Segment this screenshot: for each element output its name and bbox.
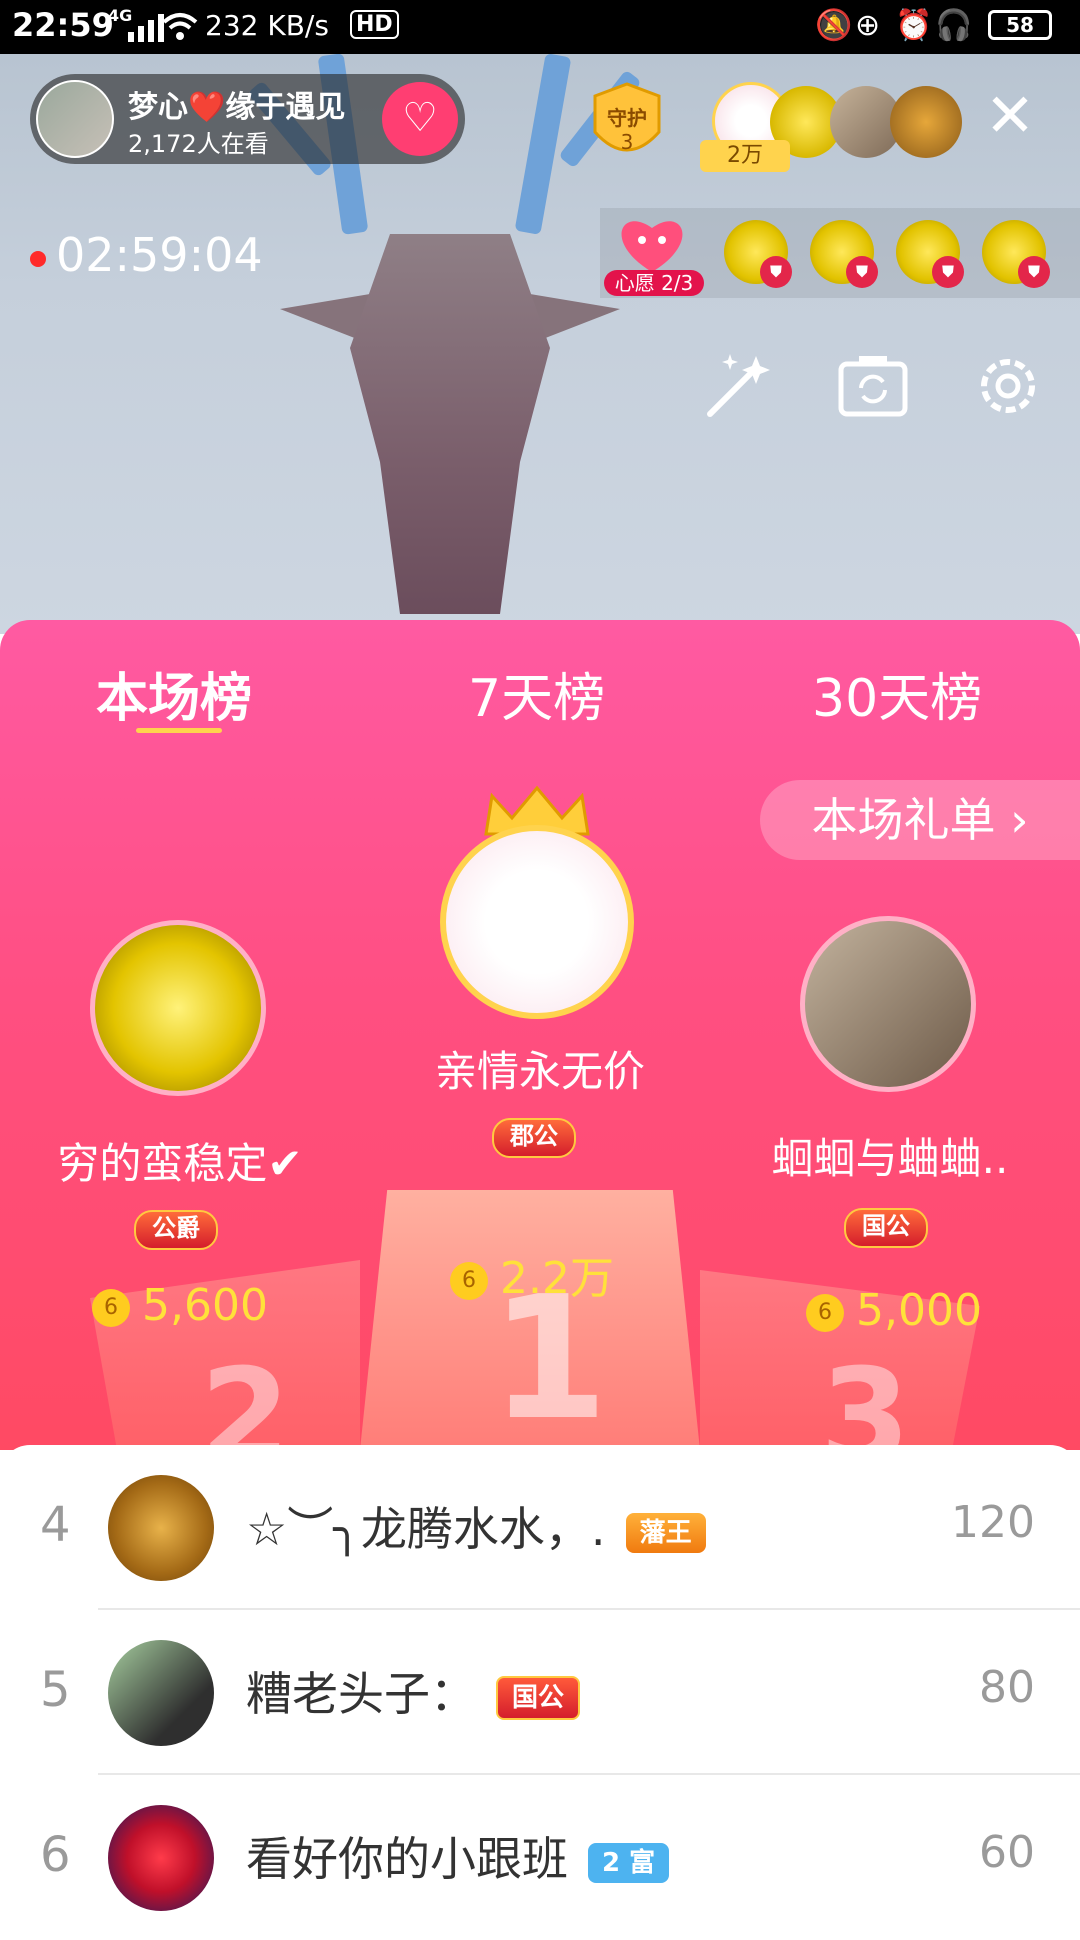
- list-name: ☆︶╮龙腾水水，. 藩王: [246, 1493, 706, 1559]
- tab-30-days[interactable]: 30天榜: [812, 656, 982, 731]
- deer-head-decoration: [350, 234, 550, 614]
- sofa-icon: ⛊: [932, 256, 964, 288]
- host-info-pill[interactable]: 梦心❤️缘于遇见 2,172人在看 ♡: [30, 74, 465, 164]
- list-score: 60: [979, 1827, 1035, 1878]
- third-place-title-badge: 国公: [844, 1208, 928, 1248]
- title-badge: 藩王: [625, 1512, 706, 1553]
- list-score: 80: [979, 1662, 1035, 1713]
- live-timer: 02:59:04: [30, 228, 263, 282]
- rank-list: 4 ☆︶╮龙腾水水，. 藩王 120 5 糟老头子： 国公 80 6 看好你的小跟班…: [0, 1445, 1080, 1920]
- antler-right: [514, 54, 572, 235]
- seat-4[interactable]: ⛊: [982, 220, 1050, 288]
- headphone-icon: 🎧: [935, 8, 973, 43]
- list-item[interactable]: 5 糟老头子： 国公 80: [0, 1610, 1080, 1775]
- wish-and-seats-strip: 心愿 2/3 ⛊ ⛊ ⛊ ⛊: [600, 208, 1080, 298]
- second-place-title-badge: 公爵: [134, 1210, 218, 1250]
- podium-number-2: 2: [200, 1340, 291, 1450]
- battery-icon: 58: [988, 10, 1052, 40]
- sofa-icon: ⛊: [846, 256, 878, 288]
- mute-icon: 🔕: [815, 8, 853, 43]
- title-badge: 国公: [496, 1675, 581, 1720]
- wish-progress-label: 心愿 2/3: [604, 270, 704, 296]
- wifi-icon: [162, 13, 198, 40]
- network-speed: 232 KB/s: [205, 9, 329, 42]
- switch-camera-icon[interactable]: [835, 348, 911, 424]
- second-place-score: 6 5,600: [92, 1280, 268, 1331]
- list-rank: 4: [40, 1497, 71, 1553]
- seat-2[interactable]: ⛊: [810, 220, 878, 288]
- list-avatar[interactable]: [108, 1640, 214, 1746]
- list-rank: 6: [40, 1827, 71, 1883]
- list-item[interactable]: 6 看好你的小跟班 2 富 60: [0, 1775, 1080, 1940]
- second-place-avatar[interactable]: [90, 920, 266, 1096]
- seat-1[interactable]: ⛊: [724, 220, 792, 288]
- list-avatar[interactable]: [108, 1475, 214, 1581]
- fan-contribution-badge: 2万: [700, 140, 790, 172]
- lock-rotation-icon: ⊕: [855, 8, 881, 43]
- seat-3[interactable]: ⛊: [896, 220, 964, 288]
- list-name: 糟老头子： 国公: [246, 1658, 581, 1724]
- viewer-count: 2,172人在看: [128, 130, 269, 158]
- coin-icon: 6: [806, 1294, 844, 1332]
- wealth-level-badge: 2 富: [588, 1842, 670, 1883]
- list-score: 120: [951, 1497, 1035, 1548]
- status-time: 22:59: [12, 6, 114, 44]
- gift-list-button[interactable]: 本场礼单 ›: [760, 780, 1080, 860]
- coin-icon: 6: [450, 1262, 488, 1300]
- tab-7-days[interactable]: 7天榜: [468, 656, 605, 731]
- guard-label: 守护: [607, 106, 647, 130]
- list-item[interactable]: 4 ☆︶╮龙腾水水，. 藩王 120: [0, 1445, 1080, 1610]
- host-avatar[interactable]: [36, 80, 114, 158]
- alarm-icon: ⏰: [895, 8, 933, 43]
- podium-number-3: 3: [820, 1340, 911, 1450]
- timer-text: 02:59:04: [56, 228, 263, 282]
- first-place-title-badge: 郡公: [492, 1118, 576, 1158]
- sofa-icon: ⛊: [1018, 256, 1050, 288]
- wish-heart-icon[interactable]: [612, 212, 692, 272]
- hd-icon: HD: [350, 10, 399, 39]
- fan-avatar-4[interactable]: [890, 86, 962, 158]
- close-icon[interactable]: ✕: [980, 86, 1040, 148]
- first-place-avatar[interactable]: [440, 825, 634, 1019]
- list-rank: 5: [40, 1662, 71, 1718]
- settings-gear-icon[interactable]: [970, 348, 1046, 424]
- second-place-name: 穷的蛮稳定✔: [57, 1139, 303, 1188]
- sofa-icon: ⛊: [760, 256, 792, 288]
- coin-icon: 6: [92, 1289, 130, 1327]
- tab-current-session[interactable]: 本场榜: [96, 656, 252, 731]
- guard-badge[interactable]: 守护 3: [585, 82, 669, 168]
- follow-heart-button[interactable]: ♡: [382, 82, 458, 156]
- beauty-magic-icon[interactable]: [700, 348, 776, 424]
- first-place-name: 亲情永无价: [434, 1047, 645, 1096]
- list-avatar[interactable]: [108, 1805, 214, 1911]
- tab-indicator: [136, 728, 222, 733]
- guard-count: 3: [620, 130, 634, 154]
- third-place-avatar[interactable]: [800, 916, 976, 1092]
- list-name: 看好你的小跟班 2 富: [246, 1823, 670, 1889]
- live-dot-icon: [30, 250, 46, 267]
- third-place-score: 6 5,000: [806, 1285, 982, 1336]
- first-place-score: 6 2.2万: [450, 1242, 614, 1306]
- host-name: 梦心❤️缘于遇见: [128, 90, 346, 125]
- third-place-name: 蛔蛔与蛐蛐..: [771, 1134, 1009, 1183]
- leaderboard-panel: 本场榜 7天榜 30天榜 本场礼单 › 1 2 3 亲情永无价 郡公 6 2.2万…: [0, 620, 1080, 1450]
- status-bar: 22:59 4G 232 KB/s HD 🔕 ⊕ ⏰ 🎧 58: [0, 0, 1080, 54]
